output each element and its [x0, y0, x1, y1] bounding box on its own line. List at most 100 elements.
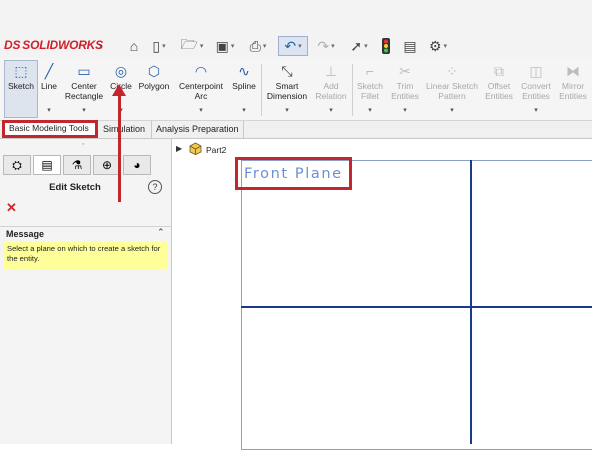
rebuild-traffic-light-icon[interactable] — [380, 36, 392, 56]
new-document-icon[interactable]: ▯ ▾ — [148, 36, 170, 56]
ds-logo-icon: DS — [4, 38, 21, 52]
expand-menu-arrow-icon[interactable]: › — [95, 36, 105, 56]
display-manager-tab-icon[interactable]: ◕ — [123, 155, 151, 175]
add-relation-icon: ⊥ — [324, 63, 338, 79]
expand-tree-arrow-icon[interactable]: ▶ — [176, 144, 182, 153]
line-icon: ╱ — [44, 63, 54, 79]
sketch-icon: ⬚ — [14, 63, 28, 79]
centerpoint-arc-label-2: Arc — [194, 91, 208, 101]
front-plane-outline[interactable] — [241, 160, 592, 450]
part-name[interactable]: Part2 — [206, 145, 226, 155]
circle-icon: ◎ — [114, 63, 128, 79]
annotation-arrow-head-icon — [112, 84, 126, 96]
solidworks-logo[interactable]: DS SOLIDWORKS — [4, 38, 103, 52]
center-rectangle-button[interactable]: ▭ Center Rectangle ▾ — [62, 60, 106, 118]
undo-icon[interactable]: ↶ ▾ — [278, 36, 308, 56]
trim-entities-button[interactable]: ✂ Trim Entities ▾ — [388, 60, 422, 118]
chevron-down-icon[interactable]: ▾ — [174, 106, 228, 116]
mirror-entities-label-2: Entities — [559, 91, 587, 101]
sketch-fillet-icon: ⌐ — [365, 63, 375, 79]
linear-sketch-pattern-label-2: Pattern — [438, 91, 466, 101]
line-label: Line — [40, 81, 58, 91]
chevron-up-icon[interactable]: ⌃ — [157, 227, 165, 238]
chevron-down-icon[interactable]: ▾ — [388, 106, 422, 116]
add-relation-label-1: Add — [323, 81, 339, 91]
sketch-button-content[interactable]: ⬚ Sketch — [4, 60, 38, 118]
add-relation-label-2: Relation — [315, 91, 347, 101]
save-icon[interactable]: ▣ ▾ — [213, 36, 237, 56]
chevron-down-icon[interactable]: ▾ — [354, 106, 386, 116]
chevron-down-icon[interactable]: ▾ — [518, 106, 554, 116]
panel-title: Edit Sketch — [49, 182, 101, 193]
offset-entities-icon: ⧉ — [494, 63, 504, 79]
polygon-icon: ⬡ — [147, 63, 161, 79]
centerpoint-arc-label-1: Centerpoint — [179, 81, 223, 91]
mirror-entities-label-1: Mirror — [561, 81, 585, 91]
feature-manager-tab-icon[interactable]: ⛭ — [3, 155, 31, 175]
horizontal-axis-line — [241, 306, 592, 308]
spline-icon: ∿ — [238, 63, 250, 79]
arc-icon: ◠ — [194, 63, 208, 79]
convert-entities-icon: ◫ — [529, 63, 543, 79]
chevron-down-icon[interactable]: ▾ — [264, 106, 310, 116]
help-icon[interactable]: ? — [148, 180, 162, 194]
offset-entities-label-1: Offset — [487, 81, 511, 91]
close-icon[interactable]: ✕ — [6, 200, 17, 216]
configuration-manager-tab-icon[interactable]: ⚗ — [63, 155, 91, 175]
trim-entities-label-1: Trim — [396, 81, 414, 91]
convert-entities-label-2: Entities — [522, 91, 550, 101]
sketch-fillet-button[interactable]: ⌐ Sketch Fillet ▾ — [354, 60, 386, 118]
part-icon — [189, 142, 202, 155]
offset-entities-button[interactable]: ⧉ Offset Entities — [482, 60, 516, 118]
offset-entities-label-2: Entities — [485, 91, 513, 101]
ribbon-divider — [352, 64, 353, 116]
chevron-down-icon[interactable]: ▾ — [230, 106, 258, 116]
add-relation-button[interactable]: ⊥ Add Relation ▾ — [312, 60, 350, 118]
print-icon[interactable]: ⎙ ▾ — [246, 36, 270, 56]
front-plane-label[interactable]: Front Plane — [244, 166, 343, 182]
smart-dimension-label-1: Smart — [275, 81, 299, 91]
tab-basic-modeling-tools[interactable]: Basic Modeling Tools — [2, 120, 98, 138]
tab-analysis-preparation[interactable]: Analysis Preparation — [152, 121, 244, 138]
annotation-arrow-shaft — [118, 95, 121, 202]
tab-simulation[interactable]: Simulation — [99, 121, 152, 138]
smart-dimension-button[interactable]: ⤡ Smart Dimension ▾ — [264, 60, 310, 118]
redo-icon[interactable]: ↷ ▾ — [314, 36, 338, 56]
chevron-down-icon[interactable]: ▾ — [424, 106, 480, 116]
panel-splitter-handle-icon[interactable]: ◦ — [82, 141, 84, 148]
center-rectangle-label-2: Rectangle — [64, 91, 104, 101]
open-folder-icon[interactable]: 🗁 ▾ — [180, 36, 204, 56]
file-properties-icon[interactable]: ▤ — [400, 36, 420, 56]
chevron-down-icon[interactable]: ▾ — [38, 106, 60, 116]
logo-text: SOLIDWORKS — [22, 38, 103, 52]
property-manager-tab-icon[interactable]: ▤ — [33, 155, 61, 175]
linear-sketch-pattern-button[interactable]: ⁘ Linear Sketch Pattern ▾ — [424, 60, 480, 118]
smart-dimension-label-2: Dimension — [266, 91, 308, 101]
mirror-entities-button[interactable]: ⧓ Mirror Entities — [556, 60, 590, 118]
chevron-down-icon[interactable]: ▾ — [312, 106, 350, 116]
linear-sketch-pattern-label-1: Linear Sketch — [426, 81, 478, 91]
vertical-axis-line — [470, 160, 472, 444]
polygon-label: Polygon — [138, 81, 170, 91]
sketch-fillet-label-2: Fillet — [361, 91, 379, 101]
rectangle-icon: ▭ — [77, 63, 91, 79]
sketch-label: Sketch — [8, 81, 34, 91]
line-button[interactable]: ╱ Line ▾ — [38, 60, 60, 118]
dimxpert-manager-tab-icon[interactable]: ⊕ — [93, 155, 121, 175]
center-rectangle-label-1: Center — [71, 81, 97, 91]
message-text: Select a plane on which to create a sket… — [4, 242, 167, 270]
trim-entities-label-2: Entities — [391, 91, 419, 101]
convert-entities-button[interactable]: ◫ Convert Entities ▾ — [518, 60, 554, 118]
spline-label: Spline — [232, 81, 256, 91]
spline-button[interactable]: ∿ Spline ▾ — [230, 60, 258, 118]
options-gear-icon[interactable]: ⚙ ▾ — [425, 36, 451, 56]
trim-entities-icon: ✂ — [399, 63, 411, 79]
message-title: Message — [6, 229, 45, 239]
chevron-down-icon[interactable]: ▾ — [108, 106, 134, 116]
chevron-down-icon[interactable]: ▾ — [62, 106, 106, 116]
select-cursor-icon[interactable]: ➚ ▾ — [348, 36, 370, 56]
polygon-button[interactable]: ⬡ Polygon — [136, 60, 172, 118]
home-icon[interactable]: ⌂ — [125, 36, 143, 56]
centerpoint-arc-button[interactable]: ◠ Centerpoint Arc ▾ — [174, 60, 228, 118]
mirror-entities-icon: ⧓ — [566, 63, 580, 79]
